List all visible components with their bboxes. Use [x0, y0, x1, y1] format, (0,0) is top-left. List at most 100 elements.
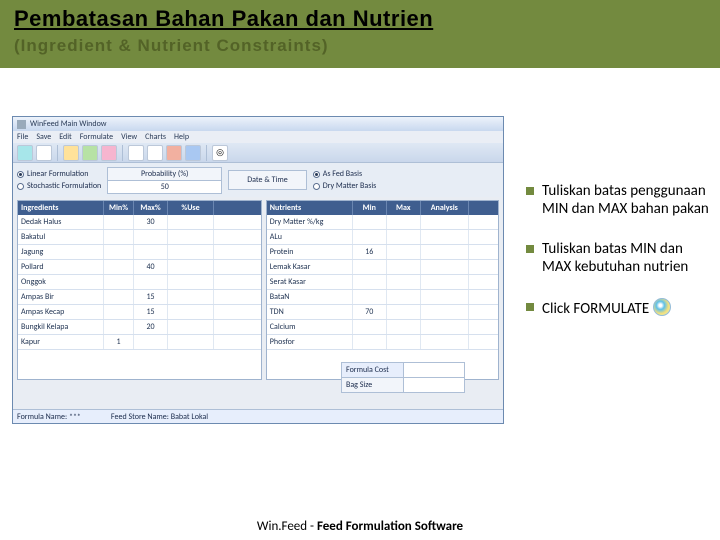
probability-value[interactable]: 50	[107, 181, 222, 194]
formula-cost-label: Formula Cost	[342, 363, 404, 377]
winfeed-window: WinFeed Main Window File Save Edit Formu…	[12, 116, 504, 424]
table-row[interactable]: Dry Matter %/kg	[267, 215, 498, 230]
slide-title: Pembatasan Bahan Pakan dan Nutrien	[14, 6, 433, 32]
table-row[interactable]: ALu	[267, 230, 498, 245]
instruction-list: Tuliskan batas penggunaan MIN dan MAX ba…	[526, 182, 712, 340]
status-bar: Formula Name: *** Feed Store Name: Babat…	[13, 409, 503, 423]
toolbar-sep	[206, 145, 207, 161]
ingredients-body[interactable]: Dedak Halus30BakatulJagungPollard40Onggo…	[18, 215, 261, 350]
col-ingredients: Ingredients	[18, 201, 104, 215]
table-row[interactable]: Dedak Halus30	[18, 215, 261, 230]
nutrients-header: Nutrients Min Max Analysis	[267, 201, 498, 215]
radio-stochastic[interactable]: Stochastic Formulation	[17, 181, 101, 191]
toolbar-button[interactable]	[63, 145, 79, 161]
bullet-text: Tuliskan batas penggunaan MIN dan MAX ba…	[542, 182, 712, 218]
status-store: Feed Store Name: Babat Lokal	[111, 412, 208, 422]
formulate-icon	[653, 298, 671, 316]
radio-linear[interactable]: Linear Formulation	[17, 169, 101, 179]
bullet-text: Click FORMULATE	[542, 300, 649, 318]
toolbar-button[interactable]	[166, 145, 182, 161]
app-icon	[17, 120, 26, 129]
bullet-icon	[526, 245, 534, 253]
menu-charts[interactable]: Charts	[145, 132, 166, 142]
col-nutrients: Nutrients	[267, 201, 353, 215]
radio-dot	[17, 183, 24, 190]
col-analysis: Analysis	[421, 201, 469, 215]
toolbar-button[interactable]	[185, 145, 201, 161]
menu-formulate[interactable]: Formulate	[80, 132, 113, 142]
toolbar-button[interactable]	[128, 145, 144, 161]
table-row[interactable]: BataN	[267, 290, 498, 305]
radio-drymatter[interactable]: Dry Matter Basis	[313, 181, 377, 191]
toolbar-sep	[122, 145, 123, 161]
grids: Ingredients Min% Max% %Use Dedak Halus30…	[13, 197, 503, 383]
radio-drymatter-label: Dry Matter Basis	[323, 181, 377, 191]
bag-size-value[interactable]	[404, 378, 464, 392]
window-title: WinFeed Main Window	[30, 119, 106, 129]
radio-linear-label: Linear Formulation	[27, 169, 88, 179]
table-row[interactable]: Calcium	[267, 320, 498, 335]
nutrients-body[interactable]: Dry Matter %/kgALuProtein16Lemak KasarSe…	[267, 215, 498, 350]
table-row[interactable]: Jagung	[18, 245, 261, 260]
menu-edit[interactable]: Edit	[59, 132, 72, 142]
toolbar-button[interactable]	[101, 145, 117, 161]
date-time-button[interactable]: Date & Time	[228, 170, 306, 190]
table-row[interactable]: TDN70	[267, 305, 498, 320]
nutrients-panel: Nutrients Min Max Analysis Dry Matter %/…	[266, 200, 499, 380]
bullet-icon	[526, 187, 534, 195]
table-row[interactable]: Lemak Kasar	[267, 260, 498, 275]
menu-bar[interactable]: File Save Edit Formulate View Charts Hel…	[13, 131, 503, 143]
menu-save[interactable]: Save	[36, 132, 51, 142]
slide-footer: Win.Feed - Feed Formulation Software	[0, 512, 720, 540]
table-row[interactable]: Phosfor	[267, 335, 498, 350]
toolbar-button[interactable]	[36, 145, 52, 161]
table-row[interactable]: Bakatul	[18, 230, 261, 245]
slide-subtitle: (Ingredient & Nutrient Constraints)	[14, 36, 329, 56]
bullet-icon	[526, 303, 534, 311]
table-row[interactable]: Ampas Bir15	[18, 290, 261, 305]
menu-view[interactable]: View	[121, 132, 137, 142]
col-max: Max%	[134, 201, 168, 215]
radio-dot-on	[17, 171, 24, 178]
toolbar-sep	[57, 145, 58, 161]
radio-asfed[interactable]: As Fed Basis	[313, 169, 377, 179]
slide: Pembatasan Bahan Pakan dan Nutrien (Ingr…	[0, 0, 720, 540]
col-nmin: Min	[353, 201, 387, 215]
col-use: %Use	[168, 201, 214, 215]
toolbar: ◎	[13, 143, 503, 163]
table-row[interactable]: Serat Kasar	[267, 275, 498, 290]
ingredients-header: Ingredients Min% Max% %Use	[18, 201, 261, 215]
probability-label: Probability (%)	[107, 167, 222, 181]
formula-cost-value	[404, 363, 464, 377]
toolbar-formulate-button[interactable]: ◎	[212, 145, 228, 161]
probability-box: Probability (%) 50	[107, 167, 222, 194]
toolbar-button[interactable]	[17, 145, 33, 161]
table-row[interactable]: Onggok	[18, 275, 261, 290]
bag-size-label: Bag Size	[342, 378, 404, 392]
toolbar-button[interactable]	[82, 145, 98, 161]
col-min: Min%	[104, 201, 134, 215]
status-formula: Formula Name: ***	[17, 412, 81, 422]
radio-asfed-label: As Fed Basis	[323, 169, 362, 179]
table-row[interactable]: Ampas Kecap15	[18, 305, 261, 320]
menu-file[interactable]: File	[17, 132, 28, 142]
list-item: Tuliskan batas penggunaan MIN dan MAX ba…	[526, 182, 712, 218]
footer-rest: Feed Formulation Software	[314, 519, 463, 534]
options-row: Linear Formulation Stochastic Formulatio…	[13, 163, 503, 197]
table-row[interactable]: Bungkil Kelapa20	[18, 320, 261, 335]
formulation-mode: Linear Formulation Stochastic Formulatio…	[17, 169, 101, 191]
radio-stochastic-label: Stochastic Formulation	[27, 181, 101, 191]
formula-summary: Formula Cost Bag Size	[341, 362, 465, 393]
toolbar-button[interactable]	[147, 145, 163, 161]
table-row[interactable]: Protein16	[267, 245, 498, 260]
list-item: Tuliskan batas MIN dan MAX kebutuhan nut…	[526, 240, 712, 276]
window-titlebar[interactable]: WinFeed Main Window	[13, 117, 503, 131]
ingredients-panel: Ingredients Min% Max% %Use Dedak Halus30…	[17, 200, 262, 380]
radio-dot	[313, 183, 320, 190]
menu-help[interactable]: Help	[174, 132, 189, 142]
list-item: Click FORMULATE	[526, 298, 712, 318]
table-row[interactable]: Kapur1	[18, 335, 261, 350]
header-bar: Pembatasan Bahan Pakan dan Nutrien (Ingr…	[0, 0, 720, 68]
table-row[interactable]: Pollard40	[18, 260, 261, 275]
bullet-text: Tuliskan batas MIN dan MAX kebutuhan nut…	[542, 240, 712, 276]
